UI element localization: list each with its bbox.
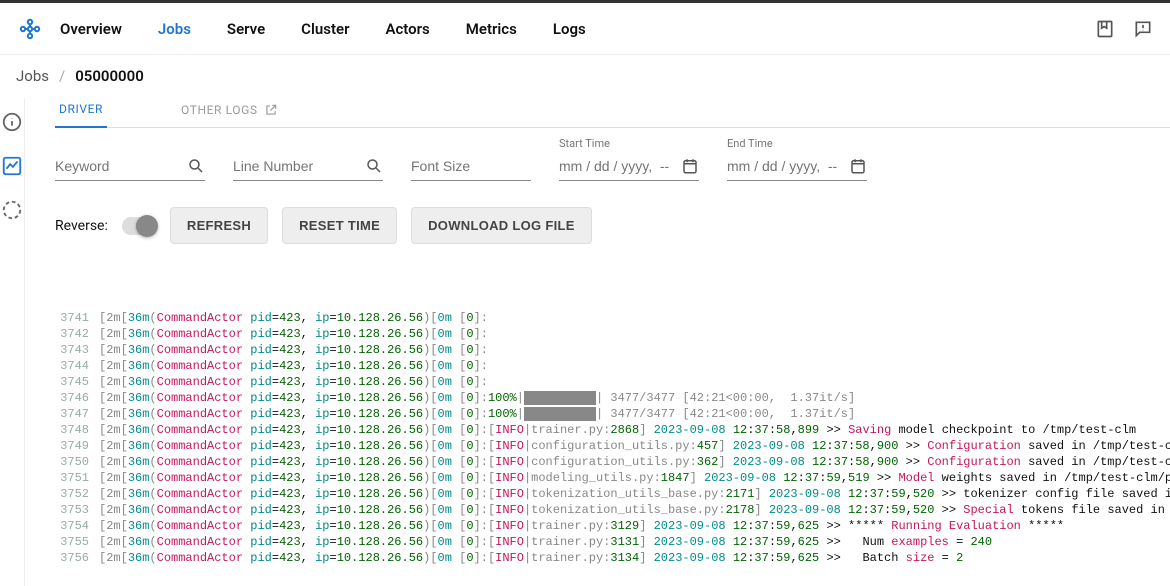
nav-tab-cluster[interactable]: Cluster <box>301 20 349 38</box>
log-line: 3751[2m[36m(CommandActor pid=423, ip=10.… <box>55 470 1170 486</box>
start-time-input[interactable] <box>559 152 699 181</box>
progress-icon[interactable] <box>0 198 24 222</box>
nav-tab-metrics[interactable]: Metrics <box>466 20 517 38</box>
reset-time-button[interactable]: RESET TIME <box>282 207 397 244</box>
tab-other-logs[interactable]: OTHER LOGS <box>177 98 282 127</box>
nav-tab-logs[interactable]: Logs <box>553 20 586 38</box>
reverse-label: Reverse: <box>55 218 108 234</box>
log-line: 3750[2m[36m(CommandActor pid=423, ip=10.… <box>55 454 1170 470</box>
tab-driver[interactable]: DRIVER <box>55 98 107 128</box>
feedback-icon[interactable] <box>1132 18 1154 40</box>
launch-icon <box>264 103 278 117</box>
breadcrumb-root[interactable]: Jobs <box>16 67 49 85</box>
left-rail <box>0 98 25 586</box>
log-line: 3748[2m[36m(CommandActor pid=423, ip=10.… <box>55 422 1170 438</box>
log-line: 3756[2m[36m(CommandActor pid=423, ip=10.… <box>55 550 1170 566</box>
log-line: 3742[2m[36m(CommandActor pid=423, ip=10.… <box>55 326 1170 342</box>
keyword-input[interactable] <box>55 152 205 181</box>
reverse-toggle[interactable] <box>122 217 156 235</box>
log-line: 3744[2m[36m(CommandActor pid=423, ip=10.… <box>55 358 1170 374</box>
nav-tab-actors[interactable]: Actors <box>385 20 429 38</box>
log-line: 3743[2m[36m(CommandActor pid=423, ip=10.… <box>55 342 1170 358</box>
nav-tab-jobs[interactable]: Jobs <box>158 20 191 38</box>
info-icon[interactable] <box>0 110 24 134</box>
breadcrumb: Jobs / 05000000 <box>0 55 1170 98</box>
log-line: 3754[2m[36m(CommandActor pid=423, ip=10.… <box>55 518 1170 534</box>
log-line: 3749[2m[36m(CommandActor pid=423, ip=10.… <box>55 438 1170 454</box>
log-line: 3746[2m[36m(CommandActor pid=423, ip=10.… <box>55 390 1170 406</box>
log-line: 3752[2m[36m(CommandActor pid=423, ip=10.… <box>55 486 1170 502</box>
font-size-input[interactable] <box>411 152 531 181</box>
log-line: 3745[2m[36m(CommandActor pid=423, ip=10.… <box>55 374 1170 390</box>
nav-tab-overview[interactable]: Overview <box>60 20 122 38</box>
start-time-label: Start Time <box>559 137 610 150</box>
refresh-button[interactable]: REFRESH <box>170 207 268 244</box>
end-time-label: End Time <box>727 137 773 150</box>
log-line: 3755[2m[36m(CommandActor pid=423, ip=10.… <box>55 534 1170 550</box>
bookmark-icon[interactable] <box>1094 18 1116 40</box>
download-log-button[interactable]: DOWNLOAD LOG FILE <box>411 207 592 244</box>
log-line: 3753[2m[36m(CommandActor pid=423, ip=10.… <box>55 502 1170 518</box>
line-number-input[interactable] <box>233 152 383 181</box>
breadcrumb-current: 05000000 <box>75 67 144 85</box>
log-line: 3741[2m[36m(CommandActor pid=423, ip=10.… <box>55 310 1170 326</box>
nav-tab-serve[interactable]: Serve <box>227 20 265 38</box>
log-viewer[interactable]: 3741[2m[36m(CommandActor pid=423, ip=10.… <box>55 262 1170 566</box>
log-tabs: DRIVER OTHER LOGS <box>55 98 1170 128</box>
ray-logo <box>16 15 44 43</box>
chart-icon[interactable] <box>0 154 24 178</box>
end-time-input[interactable] <box>727 152 867 181</box>
log-line: 3747[2m[36m(CommandActor pid=423, ip=10.… <box>55 406 1170 422</box>
top-nav: Overview Jobs Serve Cluster Actors Metrics Log… <box>0 3 1170 55</box>
tab-other-logs-label: OTHER LOGS <box>181 103 258 117</box>
